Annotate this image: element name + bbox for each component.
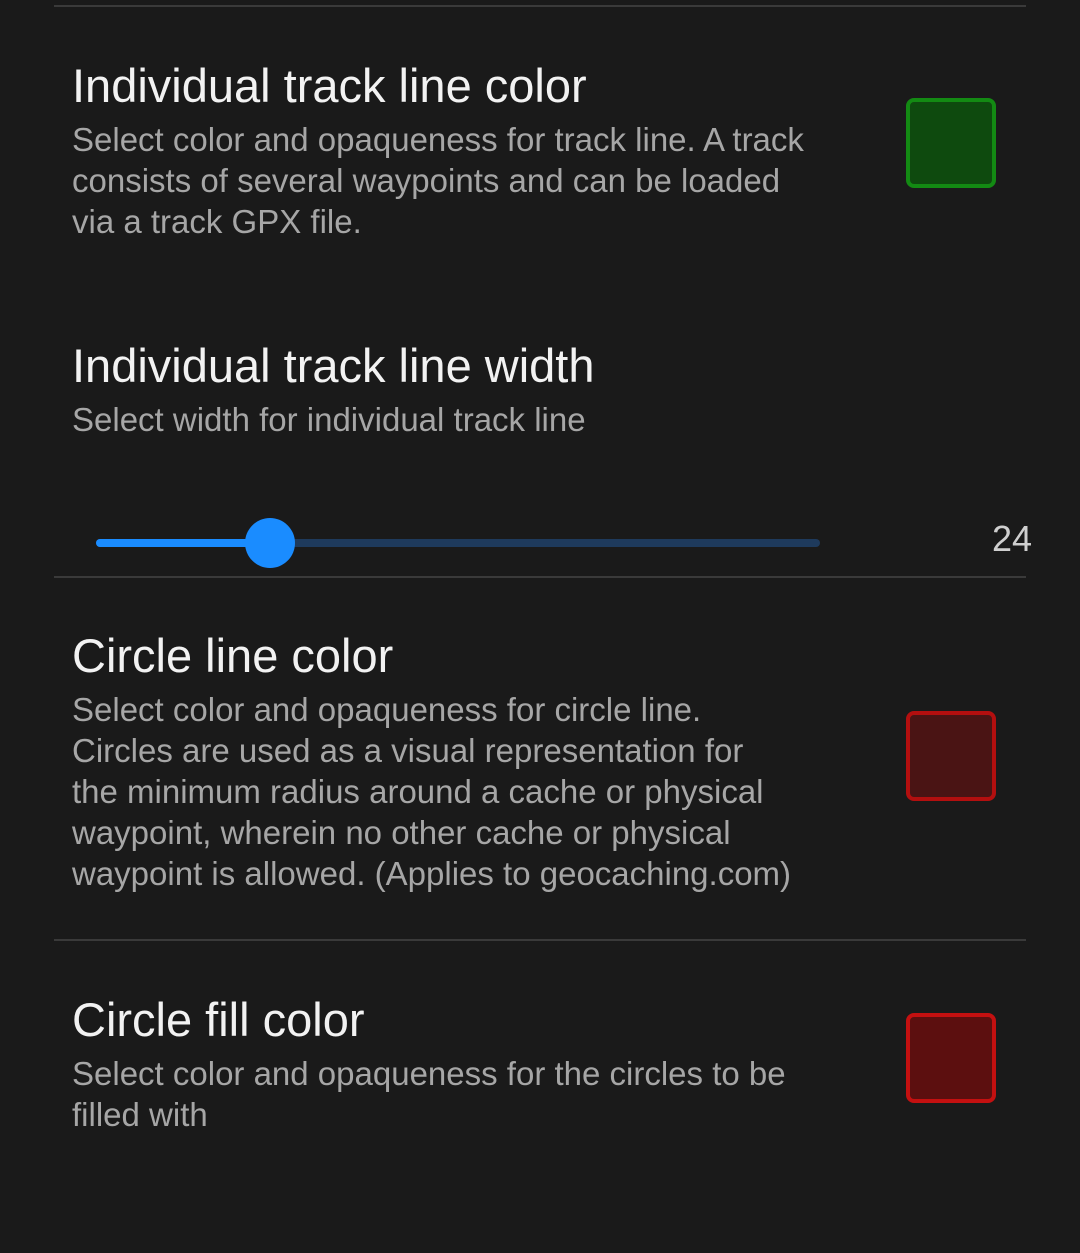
track-color-preference[interactable]: Individual track line color Select color… (72, 58, 872, 242)
track-color-summary: Select color and opaqueness for track li… (72, 121, 804, 240)
top-divider (54, 5, 1026, 7)
slider-fill (96, 539, 270, 547)
circle-fill-color-preference[interactable]: Circle fill color Select color and opaqu… (72, 992, 872, 1135)
circle-fill-color-summary: Select color and opaqueness for the circ… (72, 1055, 786, 1133)
circle-line-color-swatch[interactable] (906, 711, 996, 801)
circle-line-color-title: Circle line color (72, 629, 394, 682)
circle-line-color-summary: Select color and opaqueness for circle l… (72, 691, 792, 892)
track-width-summary: Select width for individual track line (72, 401, 586, 438)
track-width-title: Individual track line width (72, 339, 595, 392)
circle-fill-color-title: Circle fill color (72, 993, 365, 1046)
track-width-preference: Individual track line width Select width… (72, 338, 872, 440)
circle-line-color-preference[interactable]: Circle line color Select color and opaqu… (72, 628, 872, 894)
divider-2 (54, 939, 1026, 941)
circle-fill-color-swatch[interactable] (906, 1013, 996, 1103)
track-width-value: 24 (991, 518, 1032, 559)
track-width-slider[interactable] (96, 518, 820, 568)
track-color-title: Individual track line color (72, 59, 587, 112)
slider-thumb[interactable] (245, 518, 295, 568)
divider-1 (54, 576, 1026, 578)
track-color-swatch[interactable] (906, 98, 996, 188)
